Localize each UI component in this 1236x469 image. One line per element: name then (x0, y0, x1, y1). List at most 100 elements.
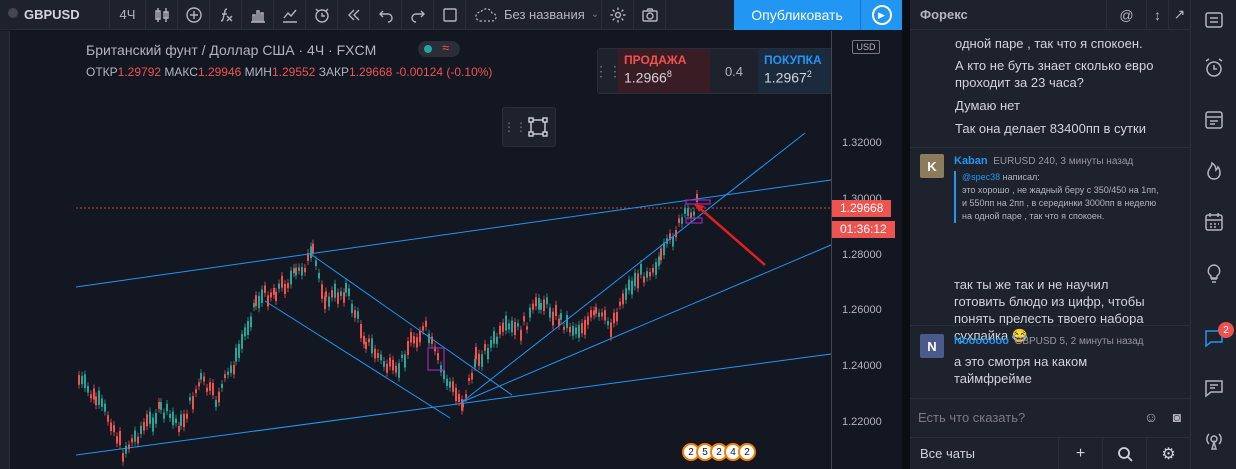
price-axis[interactable]: 1.32000 1.30000 1.28000 1.26000 1.24000 … (831, 31, 902, 469)
candle (678, 218, 680, 223)
price-chart[interactable] (0, 31, 902, 469)
candle (267, 295, 269, 307)
fullscreen-button[interactable] (434, 0, 466, 30)
streams-button[interactable] (1191, 420, 1236, 460)
search-icon (1117, 446, 1133, 462)
candle (227, 371, 229, 375)
all-chats-label[interactable]: Все чаты (910, 446, 1058, 461)
compare-button[interactable] (178, 0, 210, 30)
event-badge[interactable]: 2 (738, 443, 756, 461)
candle (241, 334, 243, 349)
price-tick: 1.28000 (842, 249, 882, 261)
redo-button[interactable] (402, 0, 434, 30)
publish-video-button[interactable]: ▶ (860, 0, 902, 30)
resize-button[interactable]: ↕ (1146, 0, 1168, 30)
popout-button[interactable]: ↗ (1168, 0, 1190, 30)
chat-panel: Форекс @ ↕ ↗ одной паре , так что я спок… (910, 0, 1190, 469)
replay-button[interactable] (338, 0, 370, 30)
alerts-button[interactable] (1191, 48, 1236, 88)
username[interactable]: Nooooooo (954, 335, 1009, 347)
indicators-button[interactable] (210, 0, 242, 30)
interval-button[interactable]: 4Ч (110, 0, 146, 30)
candle (431, 336, 433, 344)
quote-mention[interactable]: @spec38 (962, 172, 1000, 182)
app-window: GBPUSD 4Ч Без названия ⌄ Опубликовать ▶ … (0, 0, 1236, 469)
hotlists-button[interactable] (1191, 150, 1236, 190)
candle (287, 283, 289, 289)
candle (440, 365, 442, 373)
candle (235, 347, 237, 362)
chat-settings-button[interactable]: ⚙ (1146, 437, 1190, 469)
search-chat-button[interactable] (1102, 437, 1146, 469)
watchlist-button[interactable] (1191, 0, 1236, 40)
candle (652, 267, 654, 273)
chat-footer: Все чаты + ⚙ (910, 437, 1190, 469)
message-meta[interactable]: GBPUSD 5, 2 минуты назад (1015, 336, 1144, 347)
candle (660, 248, 662, 261)
candle (386, 363, 388, 373)
drag-handle-icon[interactable]: ⋮⋮ (594, 49, 622, 93)
settings-button[interactable] (602, 0, 634, 30)
chat-title[interactable]: Форекс (910, 7, 1106, 22)
candle (131, 438, 133, 443)
financials-button[interactable] (242, 0, 274, 30)
selection-tool-button[interactable] (523, 114, 553, 140)
chat-input[interactable] (918, 409, 1138, 425)
drawing-toolbar-strip[interactable] (0, 31, 10, 469)
sell-label: ПРОДАЖА (624, 53, 687, 67)
gear-icon: ⚙ (1161, 445, 1176, 463)
candle (452, 381, 454, 392)
candle (590, 310, 592, 318)
add-chat-button[interactable]: + (1058, 437, 1102, 469)
chat-messages[interactable]: одной паре , так что я спокоен. А кто не… (910, 31, 1190, 397)
symbol-search[interactable]: GBPUSD (0, 0, 110, 30)
mention-button[interactable]: @ (1106, 0, 1146, 30)
camera-icon[interactable]: ◙ (1164, 409, 1190, 425)
market-status-badge[interactable] (418, 40, 460, 57)
price-tick: 1.32000 (842, 137, 882, 149)
data-window-button[interactable] (1191, 100, 1236, 140)
trend-line (311, 254, 513, 396)
templates-button[interactable] (274, 0, 306, 30)
candle (538, 298, 540, 310)
username[interactable]: Kaban (954, 155, 988, 167)
candle (575, 327, 577, 335)
candle (616, 312, 618, 322)
avatar[interactable]: K (920, 154, 944, 178)
candle (195, 389, 197, 393)
events-badges[interactable]: 2 5 2 4 2 (682, 443, 756, 461)
play-icon: ▶ (871, 5, 892, 25)
candle (351, 303, 353, 314)
candle (374, 348, 376, 359)
fx-icon (220, 7, 232, 22)
arrow-line (694, 203, 766, 266)
candle (449, 381, 451, 388)
layout-name-button[interactable]: Без названия ⌄ (466, 0, 602, 30)
candle (261, 289, 263, 304)
candle (104, 403, 106, 412)
private-chats-button[interactable] (1191, 368, 1236, 408)
currency-tag[interactable]: USD (852, 40, 880, 54)
undo-button[interactable] (370, 0, 402, 30)
last-price-label: 1.29668 (832, 200, 892, 217)
candle (465, 394, 467, 398)
alert-button[interactable] (306, 0, 338, 30)
snapshot-button[interactable] (634, 0, 666, 30)
ideas-button[interactable] (1191, 254, 1236, 294)
emoji-icon[interactable]: ☺ (1138, 409, 1164, 425)
chat-input-row: ☺ ◙ (910, 398, 1190, 435)
chats-button[interactable]: 2 (1191, 318, 1236, 358)
candle (357, 311, 359, 319)
trend-line (461, 132, 806, 403)
message-meta[interactable]: EURUSD 240, 3 минуты назад (993, 156, 1133, 167)
panel-resizer[interactable] (902, 0, 910, 469)
candle (321, 284, 323, 299)
calendar-button[interactable] (1191, 202, 1236, 242)
chart-type-button[interactable] (146, 0, 178, 30)
publish-button[interactable]: Опубликовать (734, 0, 860, 30)
drag-handle-icon[interactable]: ⋮⋮ (503, 120, 527, 134)
message-divider (910, 325, 1190, 326)
sell-button[interactable]: ПРОДАЖА 1.29668 (618, 49, 710, 93)
chart-area[interactable] (0, 31, 902, 469)
low-value: 1.29552 (271, 65, 316, 79)
